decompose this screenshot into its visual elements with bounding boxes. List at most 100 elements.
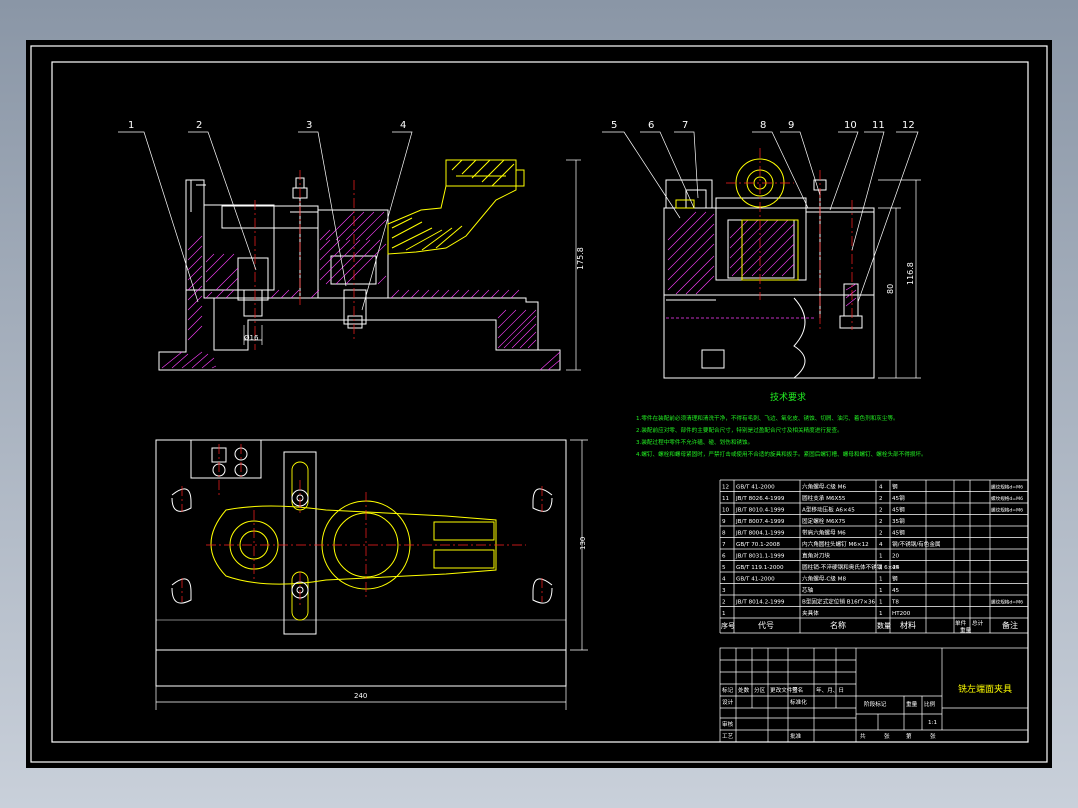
bom-cell-qty: 4 <box>879 542 883 548</box>
tb-sheet-total: 共 <box>860 732 866 740</box>
tb-scale-value: 1:1 <box>928 720 937 726</box>
bom-cell-code: GB/T 119.1-2000 <box>736 565 784 571</box>
tech-line-2: 2.装配前应对零、部件的主要配合尺寸，特别是过盈配合尺寸及相关精度进行复查。 <box>636 426 843 434</box>
part-balloons: 1 2 3 4 5 6 7 8 9 10 11 12 <box>128 120 915 131</box>
bom-cell-no: 9 <box>722 519 726 525</box>
cad-viewport[interactable]: 175.8 Ø16 80 116.8 1 2 3 4 5 6 7 8 9 10 … <box>26 40 1052 768</box>
title-block-text: 标记 处数 分区 更改文件号 签名 年、月、日 设计 标准化 审核 工艺 批准 … <box>722 686 937 740</box>
front-centerlines <box>254 170 355 350</box>
tech-line-1: 1.零件在装配前必须清理和清洗干净，不得有毛刺、飞边、氧化皮、锈蚀、切屑、油污、… <box>636 414 899 422</box>
bom-cell-qty: 1 <box>879 577 883 583</box>
bom-cell-no: 11 <box>722 496 730 502</box>
front-section-hatch <box>161 211 561 371</box>
bom-cell-no: 6 <box>722 554 726 560</box>
tb-weight: 重量 <box>906 700 918 708</box>
bom-cell-qty: 4 <box>879 485 883 491</box>
tb-standard: 标准化 <box>790 698 807 706</box>
bom-header-name: 名称 <box>830 620 846 630</box>
bom-cell-qty: 2 <box>879 565 883 571</box>
bom-cell-name: 内六角圆柱头螺钉 M6×12 <box>802 540 869 548</box>
title-block <box>719 647 1029 743</box>
bom-cell-qty: 1 <box>879 600 883 606</box>
dim-side-height1: 80 <box>886 284 895 294</box>
bom-cell-no: 5 <box>722 565 726 571</box>
bom-cell-name: 带肩六角螺母 M6 <box>802 529 846 537</box>
bom-cell-code: GB/T 41-2000 <box>736 485 775 491</box>
bom-cell-note: 螺纹规格d=M6 <box>991 495 1023 502</box>
side-view <box>663 179 875 379</box>
tb-process: 工艺 <box>722 733 734 740</box>
bom-header-qty: 数量 <box>877 621 891 630</box>
bom-header-unit: 单件 <box>955 619 967 627</box>
balloon-6: 6 <box>648 120 654 131</box>
bom-cell-qty: 2 <box>879 496 883 502</box>
dim-side-height2: 116.8 <box>906 262 915 285</box>
bom-cell-code: GB/T 41-2000 <box>736 577 775 583</box>
bom-cell-qty: 1 <box>879 554 883 560</box>
bom-cell-no: 3 <box>722 588 726 594</box>
balloon-4: 4 <box>400 120 406 131</box>
bom-cell-code: JB/T 8026.4-1999 <box>735 496 785 502</box>
plan-centerlines <box>181 444 543 608</box>
front-section-view <box>158 177 561 371</box>
bom-cell-material: 35钢 <box>892 517 905 525</box>
bom-cell-code: JB/T 8010.4-1999 <box>735 508 785 514</box>
bom-cell-material: HT200 <box>892 611 911 617</box>
drawing-name: 铣左端面夹具 <box>958 683 1012 695</box>
plan-dimensions <box>155 439 588 710</box>
bom-header-no: 序号 <box>721 621 735 630</box>
tech-line-3: 3.装配过程中零件不允许磕、碰、划伤和锈蚀。 <box>636 438 753 446</box>
bom-cell-material: 钢 <box>892 483 898 491</box>
bom-cell-qty: 2 <box>879 519 883 525</box>
bom-header-total: 总计 <box>972 619 984 627</box>
tb-review: 审核 <box>722 720 734 728</box>
bom-cell-name: 芯轴 <box>802 586 814 594</box>
dim-pin-dia: Ø16 <box>244 334 259 342</box>
tb-mark: 标记 <box>722 686 734 694</box>
bom-cell-qty: 2 <box>879 508 883 514</box>
bom-cell-code: JB/T 8007.4-1999 <box>735 519 785 525</box>
bom-cell-name: 圆柱支承 M6X55 <box>802 494 846 502</box>
bom-cell-name: 六角螺母-C级 M8 <box>802 575 846 583</box>
tb-sign: 签名 <box>792 686 803 694</box>
tb-sheet-no: 第 <box>906 732 912 740</box>
bom-cell-no: 1 <box>722 611 726 617</box>
bom-cell-code: GB/T 70.1-2008 <box>736 542 780 548</box>
plan-view <box>155 439 567 687</box>
bom-cell-name: 固定螺栓 M6X75 <box>802 517 846 525</box>
bom-cell-note: 螺纹规格d=M6 <box>991 599 1023 606</box>
balloon-11: 11 <box>872 120 885 131</box>
dim-plan-width: 240 <box>354 692 367 700</box>
bom-cell-no: 4 <box>722 577 726 583</box>
bom-cell-code: JB/T 8014.2-1999 <box>735 600 785 606</box>
bom-header-note: 备注 <box>1002 620 1018 630</box>
side-section-hatch <box>667 211 857 307</box>
bom-cell-material: 钢/不锈钢/有色金属 <box>892 540 941 548</box>
bom-cell-name: 直角对刀块 <box>802 552 830 560</box>
drawing-canvas: 175.8 Ø16 80 116.8 1 2 3 4 5 6 7 8 9 10 … <box>30 45 1048 763</box>
bom-cell-material: 20 <box>892 554 900 560</box>
tb-zone: 分区 <box>754 686 766 694</box>
tech-line-4: 4.螺钉、螺栓和螺母紧固时，严禁打击或使用不合适的旋具和扳手。紧固后螺钉槽、螺母… <box>636 450 927 458</box>
balloon-7: 7 <box>682 120 688 131</box>
bom-cell-material: 45钢 <box>892 529 905 537</box>
bom-cell-name: B型固定式定位销 B16f7×36 <box>802 598 876 606</box>
bom-cell-material: 45 <box>892 588 900 594</box>
bom-header-material: 材料 <box>900 620 916 630</box>
bom-header-weight: 重量 <box>960 626 972 634</box>
workpiece-front <box>387 159 525 255</box>
bom-cell-no: 2 <box>722 600 726 606</box>
bom-cell-qty: 2 <box>879 531 883 537</box>
dim-plan-height: 130 <box>579 537 587 550</box>
dim-front-height: 175.8 <box>576 247 585 270</box>
bom-header-code: 代号 <box>758 620 774 630</box>
bom-cell-material: 45钢 <box>892 506 905 514</box>
bom-cell-no: 8 <box>722 531 726 537</box>
bom-cell-note: 螺纹规格d=M6 <box>991 484 1023 491</box>
balloon-8: 8 <box>760 120 766 131</box>
bom-cell-note: 螺纹规格d=M6 <box>991 507 1023 514</box>
tech-title: 技术要求 <box>770 391 806 403</box>
tb-sheet-unit-2: 张 <box>930 732 936 740</box>
bom-cell-material: 45钢 <box>892 494 905 502</box>
balloon-12: 12 <box>902 120 915 131</box>
